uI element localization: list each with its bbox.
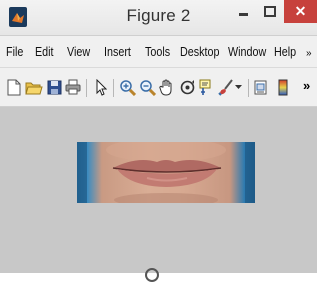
save-icon[interactable] <box>45 77 63 97</box>
new-figure-icon[interactable] <box>5 77 23 97</box>
maximize-button[interactable] <box>257 0 283 23</box>
toolbar-overflow-icon[interactable]: » <box>303 78 310 93</box>
minimize-button[interactable] <box>230 0 256 23</box>
pointer-icon[interactable] <box>92 77 110 97</box>
menu-help[interactable]: Help <box>274 45 296 59</box>
resize-handle[interactable] <box>145 268 159 282</box>
link-plot-icon[interactable] <box>252 77 270 97</box>
rotate-3d-icon[interactable] <box>178 77 196 97</box>
zoom-out-icon[interactable] <box>138 77 156 97</box>
colorbar-icon[interactable] <box>274 77 292 97</box>
menu-bar: File Edit View Insert Tools Desktop Wind… <box>0 38 317 68</box>
zoom-in-icon[interactable] <box>118 77 136 97</box>
toolbar-separator <box>248 79 249 97</box>
figure-canvas[interactable] <box>0 107 317 273</box>
menu-insert[interactable]: Insert <box>104 45 131 59</box>
menu-overflow-icon[interactable]: » <box>306 48 312 59</box>
maximize-icon <box>264 6 276 17</box>
figure-toolbar: » <box>0 69 317 107</box>
dropdown-arrow-icon[interactable] <box>234 77 243 97</box>
minimize-icon <box>238 13 248 16</box>
figure-window: Figure 2 ✕ File Edit View Insert Tools D… <box>0 0 317 282</box>
image-display <box>77 142 255 203</box>
menu-file[interactable]: File <box>6 45 23 59</box>
menu-window[interactable]: Window <box>228 45 266 59</box>
menu-edit[interactable]: Edit <box>35 45 54 59</box>
menu-view[interactable]: View <box>67 45 90 59</box>
close-icon: ✕ <box>294 3 307 19</box>
toolbar-separator <box>86 79 87 97</box>
close-button[interactable]: ✕ <box>284 0 317 23</box>
pan-icon[interactable] <box>158 77 176 97</box>
menu-tools[interactable]: Tools <box>145 45 170 59</box>
toolbar-separator <box>113 79 114 97</box>
data-cursor-icon[interactable] <box>197 77 215 97</box>
title-bar[interactable]: Figure 2 ✕ <box>0 0 317 36</box>
brush-icon[interactable] <box>216 77 234 97</box>
open-file-icon[interactable] <box>25 77 43 97</box>
print-icon[interactable] <box>64 77 82 97</box>
menu-desktop[interactable]: Desktop <box>180 45 219 59</box>
